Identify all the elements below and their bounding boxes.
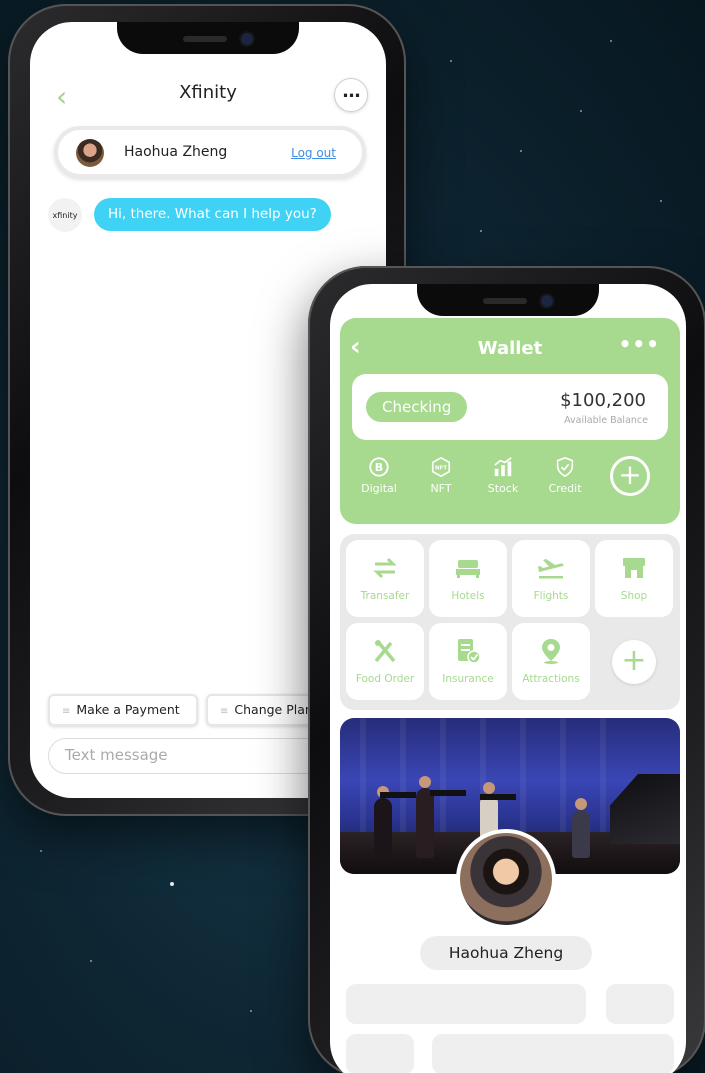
fork-knife-icon	[374, 640, 396, 663]
message-input-placeholder: Text message	[65, 746, 168, 764]
add-service-button[interactable]: +	[612, 640, 656, 684]
list-lines-icon: ≡	[220, 706, 229, 717]
xfinity-logo-avatar: xfinity	[48, 198, 82, 232]
music-stand	[430, 790, 466, 796]
curtain-fold	[520, 718, 526, 834]
user-name: Haohua Zheng	[124, 144, 228, 160]
performer	[374, 786, 392, 858]
stock-chart-icon	[494, 457, 512, 477]
svg-text:B: B	[375, 461, 383, 474]
grand-piano	[610, 774, 680, 844]
page-title: Xfinity	[179, 82, 237, 103]
asset-label: Digital	[361, 482, 397, 495]
curtain-fold	[440, 718, 446, 834]
asset-digital[interactable]: B Digital	[350, 456, 408, 495]
add-asset-button[interactable]: +	[610, 456, 650, 496]
music-stand	[480, 794, 516, 800]
service-attractions[interactable]: Attractions	[512, 623, 590, 700]
placeholder-block	[432, 1034, 674, 1073]
more-options-button[interactable]: …	[334, 78, 368, 112]
more-horizontal-icon: …	[342, 80, 361, 102]
asset-label: NFT	[430, 482, 452, 495]
speaker-grille	[183, 36, 227, 42]
asset-label: Credit	[548, 482, 582, 495]
service-label: Flights	[533, 590, 569, 602]
service-food-order[interactable]: Food Order	[346, 623, 424, 700]
bed-icon	[456, 560, 480, 578]
service-insurance[interactable]: Insurance	[429, 623, 507, 700]
bot-logo-text: xfinity	[52, 210, 78, 220]
logout-link[interactable]: Log out	[291, 146, 336, 160]
phone-notch	[117, 22, 299, 54]
balance-card[interactable]: Checking $100,200 Available Balance	[352, 374, 668, 440]
service-label: Hotels	[451, 590, 485, 602]
curtain-fold	[400, 718, 406, 834]
performer	[572, 798, 590, 858]
storefront-icon	[623, 558, 645, 578]
service-hotels[interactable]: Hotels	[429, 540, 507, 617]
balance-amount: $100,200	[560, 390, 646, 411]
asset-stock[interactable]: Stock	[474, 456, 532, 495]
avatar	[76, 139, 104, 167]
wallet-header-panel: ‹ Wallet ••• Checking $100,200 Available…	[340, 318, 680, 524]
asset-shortcuts: B Digital NFT NFT Stock Credit +	[340, 448, 680, 514]
user-card: Haohua Zheng Log out	[54, 126, 366, 178]
asset-label: Stock	[487, 482, 519, 495]
service-label: Transafer	[360, 590, 410, 602]
phone-wallet-frame: ‹ Wallet ••• Checking $100,200 Available…	[308, 266, 705, 1073]
asset-nft[interactable]: NFT NFT	[412, 456, 470, 495]
speaker-grille	[483, 298, 527, 304]
service-flights[interactable]: Flights	[512, 540, 590, 617]
plus-icon: +	[618, 458, 642, 491]
quick-reply-label: Make a Payment	[76, 702, 180, 717]
performer	[416, 776, 434, 858]
quick-reply-make-payment[interactable]: ≡ Make a Payment	[48, 694, 198, 726]
wallet-screen: ‹ Wallet ••• Checking $100,200 Available…	[330, 284, 686, 1073]
service-transfer[interactable]: Transafer	[346, 540, 424, 617]
service-label: Shop	[620, 590, 648, 602]
more-horizontal-icon[interactable]: •••	[619, 332, 660, 356]
account-type-pill[interactable]: Checking	[366, 392, 468, 422]
service-label: Food Order	[355, 673, 415, 685]
curtain-fold	[560, 718, 566, 834]
front-camera	[241, 33, 253, 45]
phone-notch	[417, 284, 599, 316]
svg-text:NFT: NFT	[435, 465, 447, 471]
asset-credit[interactable]: Credit	[536, 456, 594, 495]
service-shop[interactable]: Shop	[595, 540, 673, 617]
balance-caption: Available Balance	[564, 415, 648, 426]
transfer-arrows-icon	[373, 557, 397, 579]
chat-message-bubble: Hi, there. What can I help you?	[94, 198, 331, 231]
insurance-document-icon	[458, 639, 481, 664]
airplane-icon	[538, 559, 564, 579]
map-pin-icon	[542, 639, 560, 664]
placeholder-block	[346, 984, 586, 1024]
services-grid: Transafer Hotels Flights Shop Food Order…	[340, 534, 680, 710]
music-stand	[380, 792, 416, 798]
placeholder-block	[606, 984, 674, 1024]
curtain-fold	[360, 718, 366, 834]
curtain-fold	[600, 718, 606, 834]
list-lines-icon: ≡	[62, 706, 71, 717]
shield-check-icon	[556, 456, 574, 478]
front-camera	[541, 295, 553, 307]
service-label: Attractions	[522, 673, 580, 685]
placeholder-block	[346, 1034, 414, 1073]
bitcoin-icon: B	[369, 457, 389, 477]
quick-reply-label: Change Plan	[234, 702, 313, 717]
chat-header: ‹ Xfinity …	[30, 78, 386, 114]
nft-icon: NFT	[431, 456, 451, 478]
profile-name: Haohua Zheng	[420, 936, 592, 970]
plus-icon: +	[621, 643, 647, 678]
service-label: Insurance	[442, 673, 494, 685]
profile-avatar[interactable]	[456, 829, 556, 929]
